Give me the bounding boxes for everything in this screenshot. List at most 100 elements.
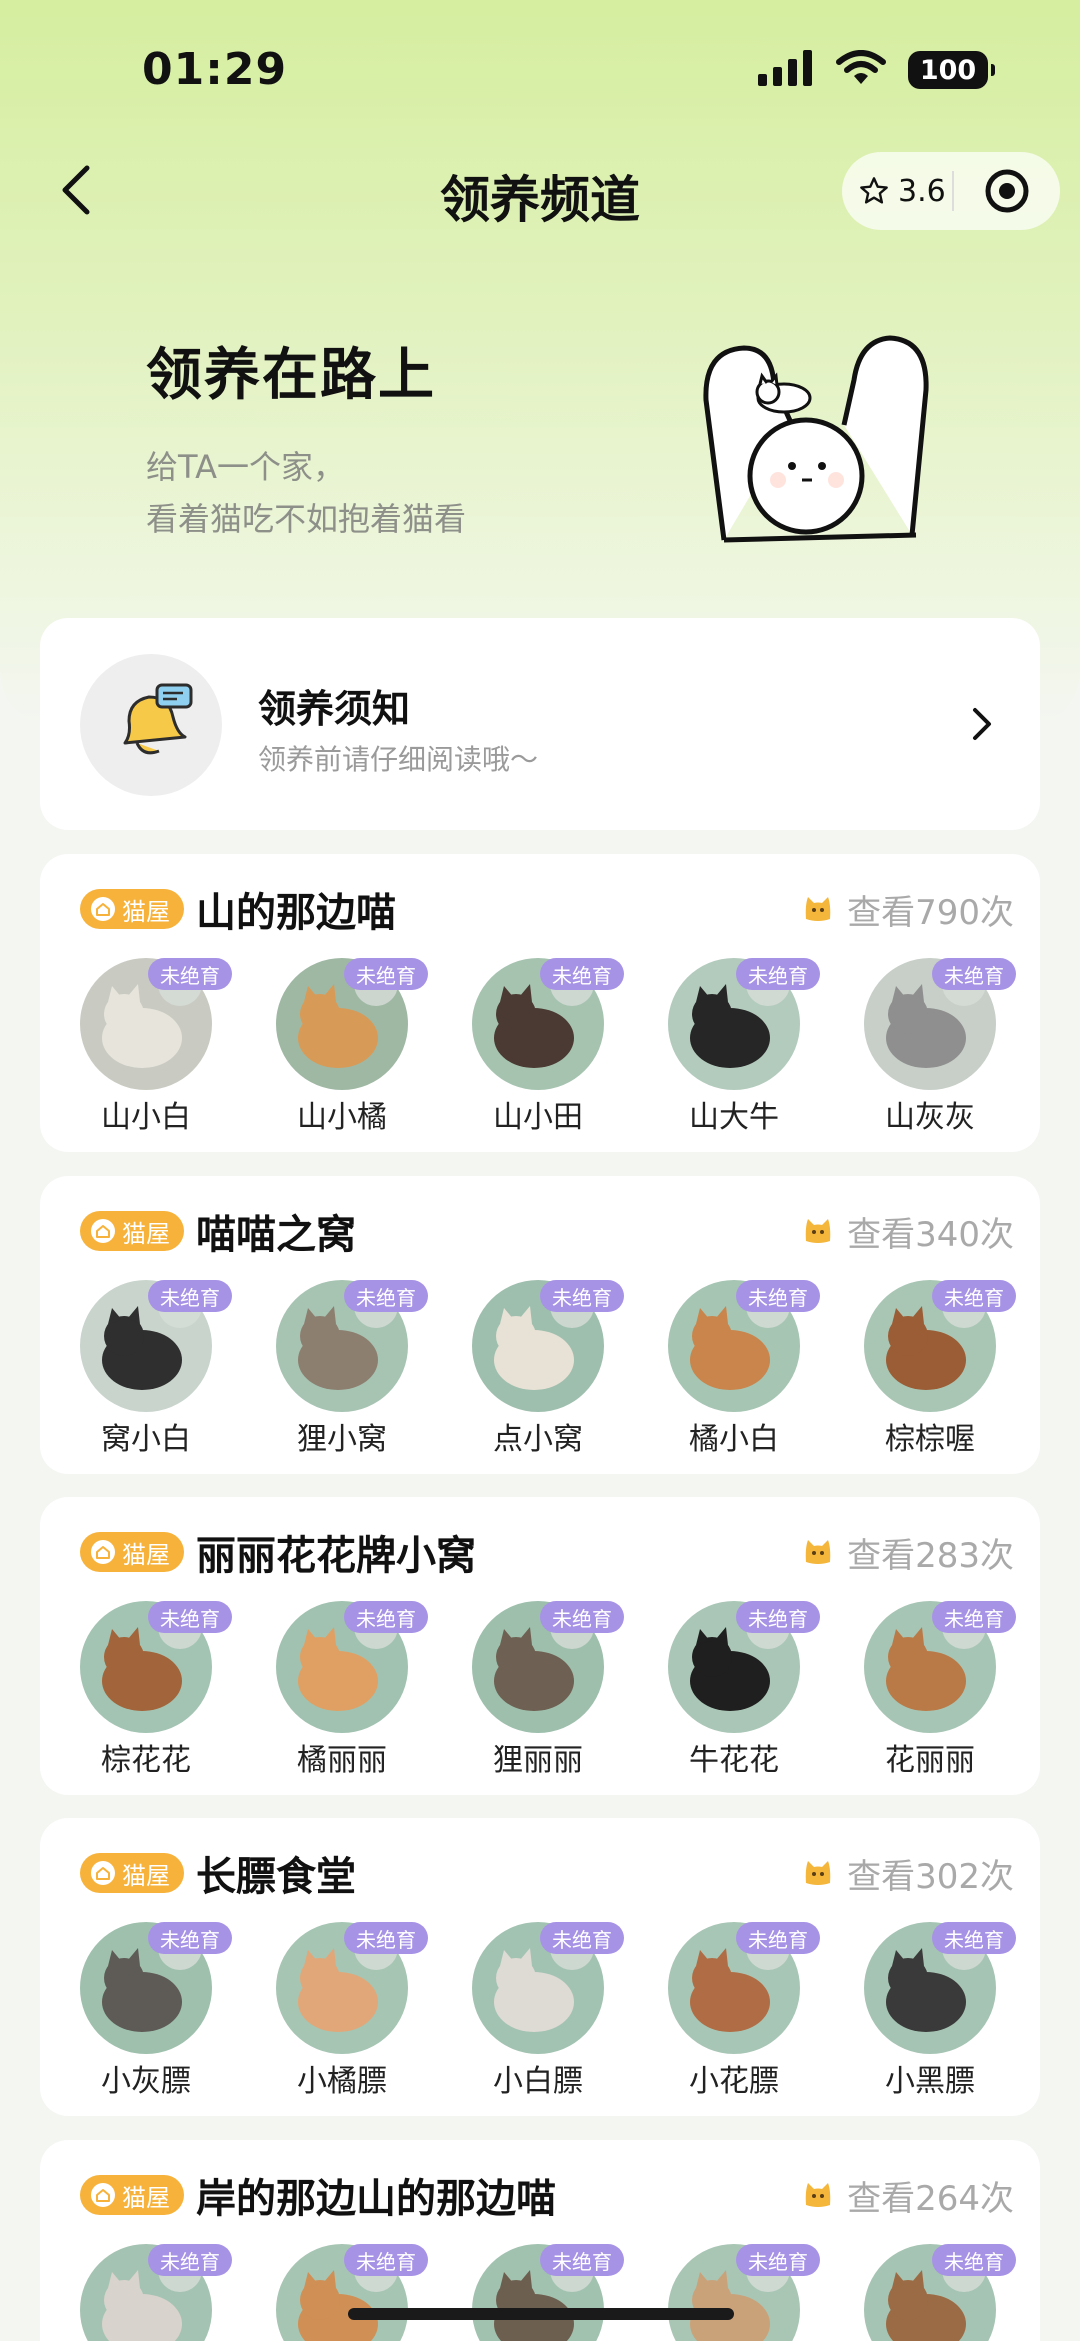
house-tag: 猫屋 bbox=[80, 2175, 184, 2215]
house-name[interactable]: 岸的那边山的那边喵 bbox=[196, 2166, 556, 2224]
house-name[interactable]: 喵喵之窝 bbox=[196, 1202, 356, 1260]
cat-name: 山小田 bbox=[493, 1100, 583, 1135]
notice-subtitle: 领养前请仔细阅读哦～ bbox=[258, 743, 539, 776]
house-icon bbox=[91, 897, 115, 921]
house-icon bbox=[91, 1219, 115, 1243]
cat-name: 山小白 bbox=[101, 1100, 191, 1135]
cat-house-card[interactable]: 猫屋 山的那边喵 查看790次 未绝育 山小白 未绝育 山小橘 未绝育 山小田 … bbox=[40, 854, 1040, 1152]
not-neutered-badge: 未绝育 bbox=[344, 1922, 428, 1954]
not-neutered-badge: 未绝育 bbox=[540, 2244, 624, 2276]
not-neutered-badge: 未绝育 bbox=[344, 2244, 428, 2276]
cat-house-card[interactable]: 猫屋 丽丽花花牌小窝 查看283次 未绝育 棕花花 未绝育 橘丽丽 未绝育 狸丽… bbox=[40, 1497, 1040, 1795]
hero-title: 领养在路上 bbox=[146, 343, 436, 408]
cat-name: 狸丽丽 bbox=[493, 1743, 583, 1778]
close-miniprogram-button[interactable] bbox=[954, 168, 1060, 214]
cat-avatar-item[interactable]: 未绝育 橘丽丽 bbox=[276, 1601, 428, 1778]
house-tag-label: 猫屋 bbox=[122, 1540, 170, 1569]
hero-subtitle-line-1: 给TA一个家， bbox=[146, 448, 345, 486]
cat-avatar-item[interactable]: 未绝育 山灰灰 bbox=[864, 958, 1016, 1135]
chevron-right-icon bbox=[960, 702, 1004, 746]
house-views: 查看340次 bbox=[803, 1207, 1014, 1256]
cat-list: 未绝育 棕花花 未绝育 橘丽丽 未绝育 狸丽丽 未绝育 牛花花 未绝育 花丽丽 bbox=[80, 1601, 1016, 1778]
not-neutered-badge: 未绝育 bbox=[148, 1922, 232, 1954]
cat-avatar-item[interactable]: 未绝育 窝小白 bbox=[80, 1280, 232, 1457]
cat-avatar-item[interactable]: 未绝育 小白膘 bbox=[472, 1922, 624, 2099]
battery-indicator: 100 bbox=[908, 51, 995, 89]
house-header: 猫屋 长膘食堂 查看302次 bbox=[80, 1848, 1014, 1900]
rating-button[interactable]: 3.6 bbox=[842, 174, 952, 209]
not-neutered-badge: 未绝育 bbox=[736, 2244, 820, 2276]
house-icon bbox=[91, 1861, 115, 1885]
cat-avatar-item[interactable]: 未绝育 橘小白 bbox=[668, 1280, 820, 1457]
not-neutered-badge: 未绝育 bbox=[540, 1280, 624, 1312]
notice-bell-icon bbox=[80, 654, 222, 796]
not-neutered-badge: 未绝育 bbox=[344, 1280, 428, 1312]
cat-name: 山灰灰 bbox=[885, 1100, 975, 1135]
cat-avatar-item[interactable]: 未绝育 bbox=[80, 2244, 232, 2341]
cat-face-icon bbox=[805, 1540, 831, 1564]
not-neutered-badge: 未绝育 bbox=[540, 1601, 624, 1633]
house-tag: 猫屋 bbox=[80, 1853, 184, 1893]
cat-avatar-item[interactable]: 未绝育 山小白 bbox=[80, 958, 232, 1135]
not-neutered-badge: 未绝育 bbox=[932, 1280, 1016, 1312]
cat-list: 未绝育 未绝育 未绝育 未绝育 未绝育 bbox=[80, 2244, 1016, 2341]
cat-avatar-item[interactable]: 未绝育 点小窝 bbox=[472, 1280, 624, 1457]
house-header: 猫屋 山的那边喵 查看790次 bbox=[80, 884, 1014, 936]
cat-avatar-item[interactable]: 未绝育 山小橘 bbox=[276, 958, 428, 1135]
not-neutered-badge: 未绝育 bbox=[736, 1280, 820, 1312]
house-tag-label: 猫屋 bbox=[122, 897, 170, 926]
not-neutered-badge: 未绝育 bbox=[932, 1922, 1016, 1954]
house-tag: 猫屋 bbox=[80, 1532, 184, 1572]
cat-list: 未绝育 小灰膘 未绝育 小橘膘 未绝育 小白膘 未绝育 小花膘 未绝育 小黑膘 bbox=[80, 1922, 1016, 2099]
cat-avatar-item[interactable]: 未绝育 bbox=[864, 2244, 1016, 2341]
cat-avatar-item[interactable]: 未绝育 山大牛 bbox=[668, 958, 820, 1135]
cat-house-card[interactable]: 猫屋 长膘食堂 查看302次 未绝育 小灰膘 未绝育 小橘膘 未绝育 小白膘 未… bbox=[40, 1818, 1040, 2116]
target-circle-icon bbox=[985, 169, 1029, 213]
cat-avatar-item[interactable]: 未绝育 小黑膘 bbox=[864, 1922, 1016, 2099]
cat-avatar-item[interactable]: 未绝育 小橘膘 bbox=[276, 1922, 428, 2099]
not-neutered-badge: 未绝育 bbox=[736, 958, 820, 990]
star-icon bbox=[860, 177, 888, 204]
cat-avatar-item[interactable]: 未绝育 棕棕喔 bbox=[864, 1280, 1016, 1457]
cat-name: 牛花花 bbox=[689, 1743, 779, 1778]
status-bar: 01:29 100 bbox=[0, 0, 1080, 140]
cat-name: 棕花花 bbox=[101, 1743, 191, 1778]
cat-avatar-item[interactable]: 未绝育 山小田 bbox=[472, 958, 624, 1135]
cat-avatar-item[interactable]: 未绝育 bbox=[276, 2244, 428, 2341]
house-name[interactable]: 长膘食堂 bbox=[196, 1844, 356, 1902]
cat-avatar-item[interactable]: 未绝育 小花膘 bbox=[668, 1922, 820, 2099]
cat-avatar-item[interactable]: 未绝育 小灰膘 bbox=[80, 1922, 232, 2099]
not-neutered-badge: 未绝育 bbox=[344, 958, 428, 990]
cat-avatar-item[interactable]: 未绝育 棕花花 bbox=[80, 1601, 232, 1778]
cat-avatar-item[interactable]: 未绝育 bbox=[472, 2244, 624, 2341]
cat-avatar-item[interactable]: 未绝育 bbox=[668, 2244, 820, 2341]
cat-avatar-item[interactable]: 未绝育 狸小窝 bbox=[276, 1280, 428, 1457]
wifi-icon bbox=[836, 50, 886, 90]
house-name[interactable]: 丽丽花花牌小窝 bbox=[196, 1523, 476, 1581]
cat-name: 窝小白 bbox=[101, 1422, 191, 1457]
cat-face-icon bbox=[805, 2183, 831, 2207]
house-name[interactable]: 山的那边喵 bbox=[196, 880, 396, 938]
house-tag: 猫屋 bbox=[80, 1211, 184, 1251]
hero-subtitle: 给TA一个家， 看着猫吃不如抱着猫看 bbox=[146, 441, 466, 545]
house-tag-label: 猫屋 bbox=[122, 1219, 170, 1248]
cat-list: 未绝育 山小白 未绝育 山小橘 未绝育 山小田 未绝育 山大牛 未绝育 山灰灰 bbox=[80, 958, 1016, 1135]
cat-avatar-item[interactable]: 未绝育 牛花花 bbox=[668, 1601, 820, 1778]
adoption-notice-card[interactable]: 领养须知 领养前请仔细阅读哦～ bbox=[40, 618, 1040, 830]
cat-avatar-item[interactable]: 未绝育 狸丽丽 bbox=[472, 1601, 624, 1778]
house-views: 查看302次 bbox=[803, 1849, 1014, 1898]
navigation-bar: 领养频道 3.6 bbox=[0, 140, 1080, 240]
house-header: 猫屋 岸的那边山的那边喵 查看264次 bbox=[80, 2170, 1014, 2222]
cat-house-card[interactable]: 猫屋 喵喵之窝 查看340次 未绝育 窝小白 未绝育 狸小窝 未绝育 点小窝 未… bbox=[40, 1176, 1040, 1474]
view-count: 查看302次 bbox=[847, 1856, 1014, 1897]
view-count: 查看790次 bbox=[847, 892, 1014, 933]
cat-avatar-item[interactable]: 未绝育 花丽丽 bbox=[864, 1601, 1016, 1778]
house-views: 查看283次 bbox=[803, 1528, 1014, 1577]
not-neutered-badge: 未绝育 bbox=[148, 1601, 232, 1633]
not-neutered-badge: 未绝育 bbox=[148, 958, 232, 990]
cat-name: 小黑膘 bbox=[885, 2064, 975, 2099]
house-icon bbox=[91, 2183, 115, 2207]
not-neutered-badge: 未绝育 bbox=[540, 1922, 624, 1954]
house-header: 猫屋 喵喵之窝 查看340次 bbox=[80, 1206, 1014, 1258]
home-indicator bbox=[348, 2308, 734, 2320]
